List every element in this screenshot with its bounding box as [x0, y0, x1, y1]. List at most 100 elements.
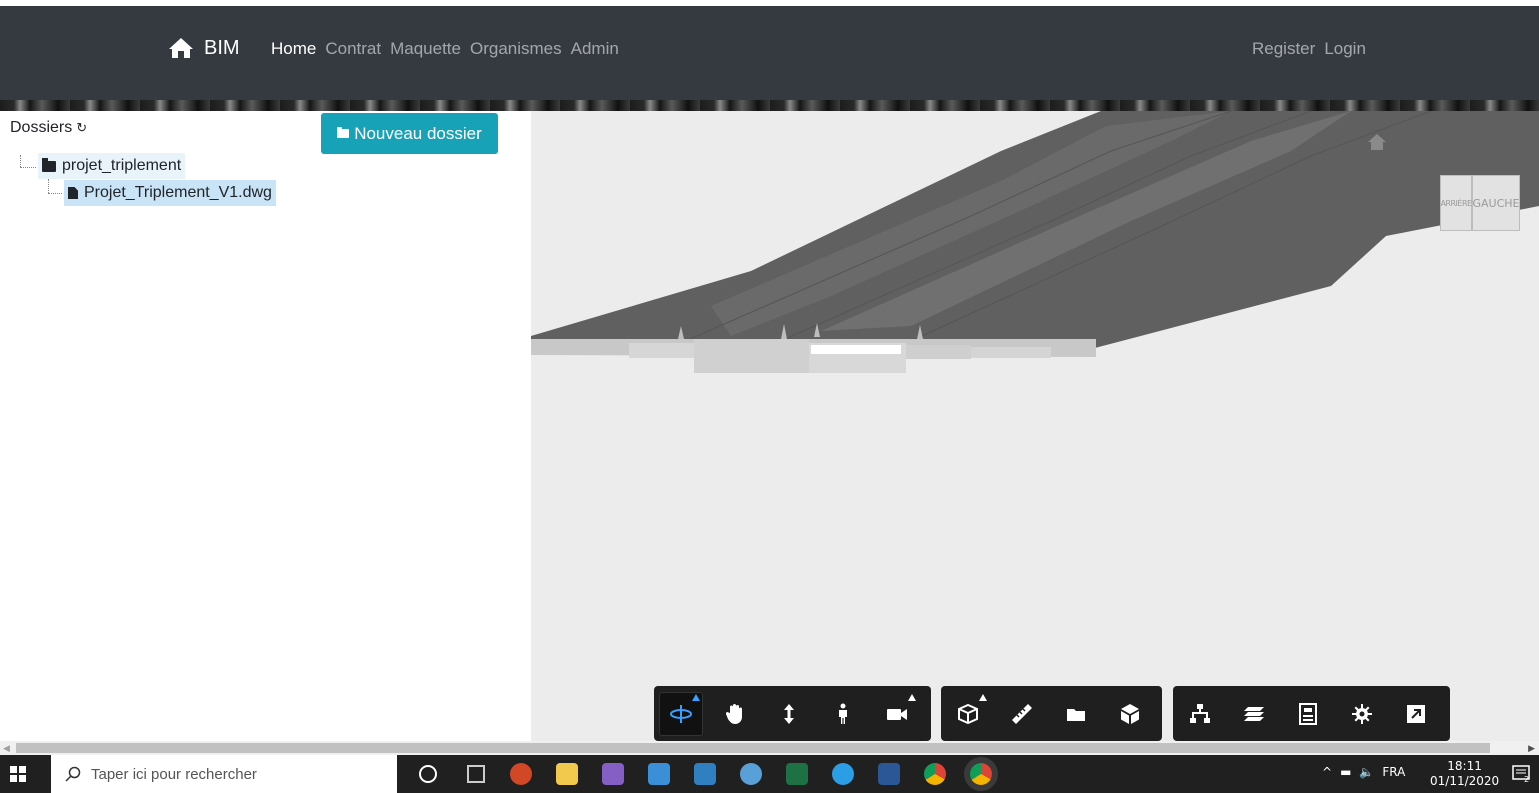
viewcube-face-back[interactable]: ARRIÈRE [1440, 175, 1472, 231]
properties-tool[interactable] [1286, 692, 1330, 736]
language-indicator[interactable]: FRA [1382, 765, 1405, 779]
search-icon [65, 766, 81, 782]
model-scene [531, 111, 1539, 373]
scrollbar-thumb[interactable] [16, 743, 1490, 753]
tree-file-item[interactable]: Projet_Triplement_V1.dwg [64, 180, 276, 206]
tree-folder-label: projet_triplement [62, 157, 182, 174]
excel-icon[interactable] [786, 763, 808, 785]
notification-icon[interactable]: 2 [1512, 765, 1530, 783]
zoom-icon [784, 703, 794, 724]
chevron-up-icon[interactable]: ^ [1322, 765, 1332, 779]
brand-link[interactable]: BIM [168, 36, 240, 60]
refresh-icon[interactable]: ↻ [76, 120, 87, 136]
system-tray: ^ ▬ 🔈 FRA [1322, 765, 1405, 779]
layers-tool[interactable] [1232, 692, 1276, 736]
taskbar-search[interactable]: Taper ici pour rechercher [51, 755, 397, 793]
folder-icon [337, 127, 350, 138]
scroll-left-icon[interactable]: ◀ [3, 743, 10, 754]
svg-text:2: 2 [1524, 775, 1529, 783]
nav-organismes[interactable]: Organismes [470, 39, 562, 59]
new-folder-label: Nouveau dossier [354, 123, 482, 143]
tree-folder-item[interactable]: projet_triplement [38, 153, 186, 179]
paint-app-icon[interactable] [740, 763, 762, 785]
orbit-icon [670, 704, 692, 723]
navigation-toolbar [654, 686, 931, 741]
edge-icon[interactable] [832, 763, 854, 785]
folder-panel: Dossiers ↻ Nouveau dossier projet_triple… [0, 111, 531, 741]
tools-app-icon[interactable] [648, 763, 670, 785]
task-view-icon[interactable] [467, 765, 485, 783]
taskbar-clock[interactable]: 18:11 01/11/2020 [1430, 759, 1499, 789]
settings-icon [1352, 703, 1372, 724]
nav-admin[interactable]: Admin [571, 39, 619, 59]
windows-start-icon[interactable] [10, 766, 26, 782]
banner-image [0, 100, 1539, 111]
clock-time: 18:11 [1447, 759, 1482, 773]
nav-login[interactable]: Login [1324, 39, 1366, 59]
tree-file-label: Projet_Triplement_V1.dwg [84, 184, 272, 201]
folders-title: Dossiers [10, 119, 73, 136]
home-icon [169, 38, 193, 58]
orbit-tool[interactable] [659, 691, 703, 736]
chrome-icon[interactable] [924, 763, 946, 785]
nav-home[interactable]: Home [271, 39, 316, 59]
chrome-active-icon[interactable] [970, 763, 992, 785]
submenu-indicator [979, 693, 987, 701]
settings-toolbar [1173, 686, 1450, 741]
submenu-indicator [692, 693, 700, 701]
viewcube-face-left[interactable]: GAUCHE [1472, 175, 1520, 231]
layers-icon [1244, 706, 1264, 721]
nav-contrat[interactable]: Contrat [325, 39, 381, 59]
nav-links: Home Contrat Maquette Organismes Admin [271, 39, 628, 59]
clock-date: 01/11/2020 [1430, 774, 1500, 788]
nav-maquette[interactable]: Maquette [390, 39, 461, 59]
windows-taskbar: Taper ici pour rechercher ^ ▬ 🔈 FRA 18:1… [0, 755, 1539, 793]
zoom-tool[interactable] [767, 692, 811, 736]
file-icon [68, 187, 78, 199]
measure-icon [1012, 703, 1032, 724]
tree-connector [20, 155, 21, 167]
folders-heading: Dossiers ↻ [10, 119, 87, 137]
section-icon [958, 703, 978, 724]
visual-studio-icon[interactable] [602, 763, 624, 785]
properties-icon [1299, 702, 1317, 725]
explode-tool[interactable] [1054, 692, 1098, 736]
volume-icon[interactable]: 🔈 [1359, 765, 1374, 779]
model-browser-icon [1121, 703, 1139, 724]
navbar: BIM Home Contrat Maquette Organismes Adm… [0, 6, 1539, 100]
camera-icon [887, 708, 907, 720]
first-person-icon [839, 703, 847, 724]
section-tool[interactable] [946, 692, 990, 736]
structure-tool[interactable] [1178, 692, 1222, 736]
app-window: BIM Home Contrat Maquette Organismes Adm… [0, 0, 1539, 793]
camera-tool[interactable] [875, 692, 919, 736]
powerpoint-icon[interactable] [510, 763, 532, 785]
fullscreen-tool[interactable] [1394, 692, 1438, 736]
tree-connector [20, 167, 36, 168]
brand-label: BIM [204, 36, 240, 59]
structure-icon [1190, 703, 1210, 723]
settings-tool[interactable] [1340, 692, 1384, 736]
nav-auth: Register Login [1252, 39, 1375, 59]
model-browser-tool[interactable] [1108, 692, 1152, 736]
file-explorer-icon[interactable] [556, 763, 578, 785]
pan-icon [725, 703, 742, 724]
viewer-home-icon[interactable] [1367, 133, 1387, 151]
tree-connector [48, 179, 49, 193]
pan-tool[interactable] [713, 692, 757, 736]
first-person-tool[interactable] [821, 692, 865, 736]
new-folder-button[interactable]: Nouveau dossier [321, 113, 498, 154]
civil3d-icon[interactable] [694, 763, 716, 785]
measure-tool[interactable] [1000, 692, 1044, 736]
scroll-right-icon[interactable]: ▶ [1528, 743, 1535, 754]
tree-connector [48, 193, 62, 194]
explode-icon [1067, 708, 1085, 721]
viewcube[interactable]: ARRIÈRE GAUCHE [1440, 175, 1520, 233]
horizontal-scrollbar[interactable]: ◀ ▶ [0, 741, 1539, 755]
battery-icon[interactable]: ▬ [1340, 765, 1351, 779]
3d-viewer[interactable]: ARRIÈRE GAUCHE [531, 111, 1539, 741]
cortana-icon[interactable] [419, 765, 437, 783]
word-icon[interactable] [878, 763, 900, 785]
submenu-indicator [908, 693, 916, 701]
nav-register[interactable]: Register [1252, 39, 1315, 59]
